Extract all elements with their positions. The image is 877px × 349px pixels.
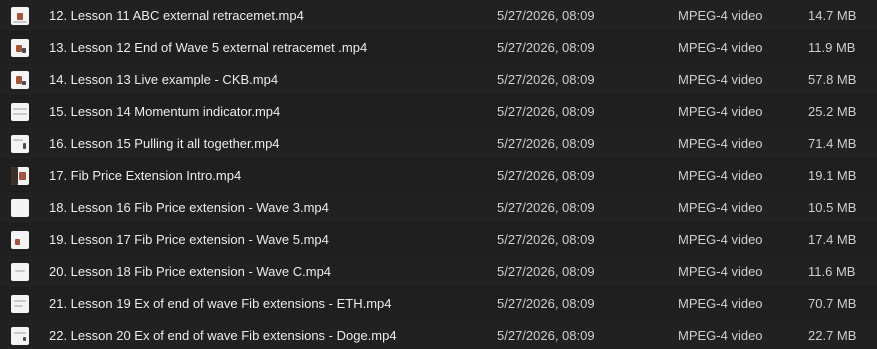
file-type: MPEG-4 video <box>678 264 763 279</box>
file-date: 5/27/2026, 08:09 <box>497 40 595 55</box>
file-date: 5/27/2026, 08:09 <box>497 72 595 87</box>
file-type: MPEG-4 video <box>678 8 763 23</box>
file-name: 14. Lesson 13 Live example - CKB.mp4 <box>49 72 279 87</box>
file-type: MPEG-4 video <box>678 72 763 87</box>
file-list: 12. Lesson 11 ABC external retracemet.mp… <box>0 0 877 349</box>
file-type: MPEG-4 video <box>678 136 763 151</box>
video-thumbnail-icon <box>11 294 29 313</box>
file-name: 12. Lesson 11 ABC external retracemet.mp… <box>49 8 304 23</box>
file-name: 19. Lesson 17 Fib Price extension - Wave… <box>49 232 329 247</box>
file-date: 5/27/2026, 08:09 <box>497 136 595 151</box>
file-date: 5/27/2026, 08:09 <box>497 232 595 247</box>
file-row[interactable]: 15. Lesson 14 Momentum indicator.mp4 5/2… <box>0 96 877 127</box>
file-row[interactable]: 14. Lesson 13 Live example - CKB.mp4 5/2… <box>0 64 877 95</box>
file-date: 5/27/2026, 08:09 <box>497 168 595 183</box>
file-name: 16. Lesson 15 Pulling it all together.mp… <box>49 136 280 151</box>
file-size: 70.7 MB <box>808 296 857 311</box>
file-row[interactable]: 19. Lesson 17 Fib Price extension - Wave… <box>0 224 877 255</box>
file-name: 13. Lesson 12 End of Wave 5 external ret… <box>49 40 368 55</box>
file-date: 5/27/2026, 08:09 <box>497 296 595 311</box>
file-date: 5/27/2026, 08:09 <box>497 200 595 215</box>
file-name: 21. Lesson 19 Ex of end of wave Fib exte… <box>49 296 392 311</box>
file-name: 20. Lesson 18 Fib Price extension - Wave… <box>49 264 332 279</box>
file-row[interactable]: 21. Lesson 19 Ex of end of wave Fib exte… <box>0 288 877 319</box>
file-row[interactable]: 12. Lesson 11 ABC external retracemet.mp… <box>0 0 877 31</box>
video-thumbnail-icon <box>11 326 29 345</box>
file-size: 11.6 MB <box>808 264 856 279</box>
file-date: 5/27/2026, 08:09 <box>497 104 595 119</box>
file-name: 22. Lesson 20 Ex of end of wave Fib exte… <box>49 328 397 343</box>
file-row[interactable]: 17. Fib Price Extension Intro.mp4 5/27/2… <box>0 160 877 191</box>
file-size: 14.7 MB <box>808 8 857 23</box>
file-date: 5/27/2026, 08:09 <box>497 264 595 279</box>
file-size: 57.8 MB <box>808 72 857 87</box>
file-row[interactable]: 20. Lesson 18 Fib Price extension - Wave… <box>0 256 877 287</box>
file-size: 11.9 MB <box>808 40 856 55</box>
file-size: 17.4 MB <box>808 232 857 247</box>
file-date: 5/27/2026, 08:09 <box>497 8 595 23</box>
file-date: 5/27/2026, 08:09 <box>497 328 595 343</box>
file-size: 22.7 MB <box>808 328 857 343</box>
file-type: MPEG-4 video <box>678 296 763 311</box>
file-name: 18. Lesson 16 Fib Price extension - Wave… <box>49 200 329 215</box>
file-type: MPEG-4 video <box>678 168 763 183</box>
file-name: 17. Fib Price Extension Intro.mp4 <box>49 168 242 183</box>
file-type: MPEG-4 video <box>678 328 763 343</box>
video-thumbnail-icon <box>11 198 29 217</box>
video-thumbnail-icon <box>11 134 29 153</box>
file-row[interactable]: 18. Lesson 16 Fib Price extension - Wave… <box>0 192 877 223</box>
file-type: MPEG-4 video <box>678 232 763 247</box>
video-thumbnail-icon <box>11 6 29 25</box>
file-type: MPEG-4 video <box>678 200 763 215</box>
video-thumbnail-icon <box>11 38 29 57</box>
file-type: MPEG-4 video <box>678 104 763 119</box>
file-size: 19.1 MB <box>808 168 857 183</box>
video-thumbnail-icon <box>11 230 29 249</box>
file-row[interactable]: 22. Lesson 20 Ex of end of wave Fib exte… <box>0 320 877 349</box>
file-size: 71.4 MB <box>808 136 857 151</box>
file-size: 10.5 MB <box>808 200 857 215</box>
file-row[interactable]: 13. Lesson 12 End of Wave 5 external ret… <box>0 32 877 63</box>
file-row[interactable]: 16. Lesson 15 Pulling it all together.mp… <box>0 128 877 159</box>
file-name: 15. Lesson 14 Momentum indicator.mp4 <box>49 104 281 119</box>
video-thumbnail-icon <box>11 102 29 121</box>
video-thumbnail-icon <box>11 166 29 185</box>
video-thumbnail-icon <box>11 262 29 281</box>
file-type: MPEG-4 video <box>678 40 763 55</box>
file-size: 25.2 MB <box>808 104 857 119</box>
video-thumbnail-icon <box>11 70 29 89</box>
